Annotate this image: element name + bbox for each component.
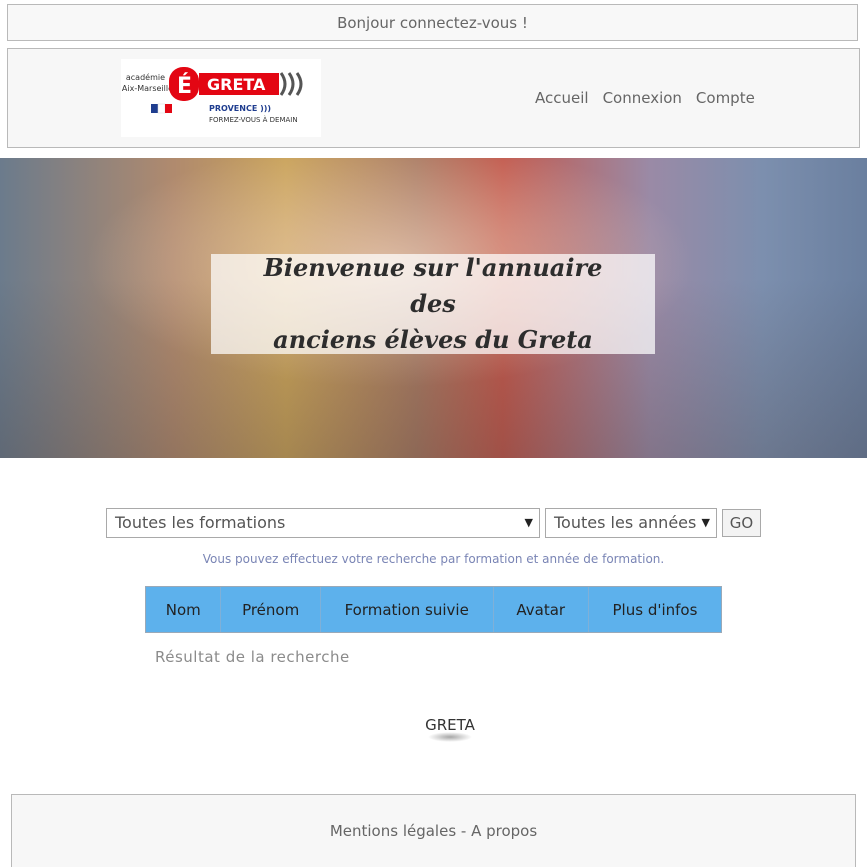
main-nav: Accueil Connexion Compte (535, 89, 755, 107)
results-table-header: Nom Prénom Formation suivie Avatar Plus … (145, 586, 722, 633)
greeting-text: Bonjour connectez-vous ! (337, 13, 528, 32)
nav-compte-link[interactable]: Compte (696, 89, 755, 107)
column-avatar: Avatar (494, 587, 589, 632)
column-plus-infos: Plus d'infos (612, 600, 698, 619)
formation-select-value: Toutes les formations (115, 513, 286, 532)
hero-title-line2: anciens élèves du Greta (273, 325, 593, 354)
logo-academie-text: académie (126, 72, 165, 82)
site-footer: Mentions légales - A propos (11, 794, 856, 867)
formation-select[interactable]: Toutes les formations ▼ (106, 508, 540, 538)
column-formation: Formation suivie (321, 587, 494, 632)
year-select-value: Toutes les années (554, 513, 697, 532)
go-button[interactable]: GO (722, 509, 761, 537)
footer-links[interactable]: Mentions légales - A propos (330, 822, 537, 840)
greta-logo[interactable]: académie Aix-Marseille É GRETA PROVENCE … (121, 59, 321, 137)
logo-region-text: Aix-Marseille (122, 84, 173, 93)
hero-title-line1: Bienvenue sur l'annuaire des (263, 253, 603, 318)
nav-accueil-link[interactable]: Accueil (535, 89, 589, 107)
greeting-bar: Bonjour connectez-vous ! (7, 4, 858, 41)
hero-title: Bienvenue sur l'annuaire des anciens élè… (253, 250, 613, 358)
year-select[interactable]: Toutes les années ▼ (545, 508, 717, 538)
site-header: académie Aix-Marseille É GRETA PROVENCE … (7, 48, 860, 148)
hero-title-box: Bienvenue sur l'annuaire des anciens élè… (211, 253, 655, 354)
column-prenom: Prénom (221, 587, 321, 632)
logo-brand-text: GRETA (207, 75, 266, 94)
search-result-label: Résultat de la recherche (155, 648, 350, 666)
logo-sub2-text: FORMEZ-VOUS À DEMAIN (209, 115, 298, 124)
chevron-down-icon: ▼ (524, 516, 533, 529)
greta-small-logo: GRETA (420, 716, 480, 746)
svg-text:É: É (177, 73, 192, 99)
logo-sub1-text: PROVENCE ))) (209, 104, 271, 113)
search-hint: Vous pouvez effectuez votre recherche pa… (202, 552, 665, 566)
nav-connexion-link[interactable]: Connexion (603, 89, 682, 107)
chevron-down-icon: ▼ (701, 516, 710, 529)
hero-banner: Bienvenue sur l'annuaire des anciens élè… (0, 158, 867, 458)
column-nom: Nom (146, 587, 222, 632)
